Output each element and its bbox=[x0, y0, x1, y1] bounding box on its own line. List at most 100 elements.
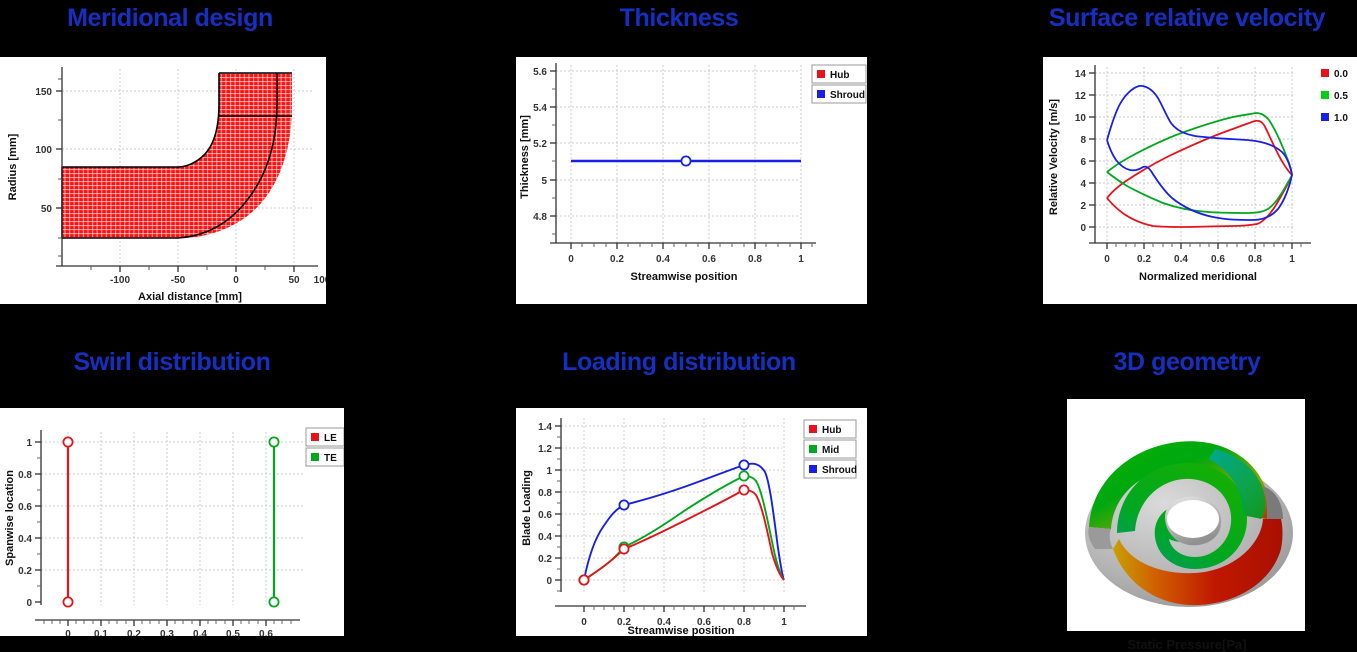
ytick-label: 5.6 bbox=[533, 67, 547, 78]
xtick-label: 0.1 bbox=[94, 629, 108, 636]
x-axis-label: Streamwise position bbox=[628, 625, 735, 636]
series-0-5 bbox=[1106, 112, 1293, 214]
data-marker bbox=[680, 155, 692, 167]
panel-3d-geometry: 3D geometry Static Pressure[Pa] bbox=[1017, 336, 1357, 652]
legend-swatch-shroud bbox=[817, 90, 825, 98]
y-axis-label: Relative Velocity [m/s] bbox=[1048, 99, 1060, 215]
legend-label-hub: Hub bbox=[822, 425, 841, 436]
ytick-label: 0 bbox=[546, 576, 552, 587]
ytick-label: 8 bbox=[1080, 135, 1086, 146]
xtick-label: 0.2 bbox=[127, 629, 141, 636]
xtick-label: 0.6 bbox=[702, 254, 716, 265]
plot-meridional-design: 150 100 50 -100 -50 0 50 100 Radius [mm]… bbox=[0, 57, 326, 304]
xtick-label: 0.2 bbox=[610, 254, 624, 265]
impeller-render[interactable] bbox=[1067, 399, 1305, 631]
data-marker bbox=[268, 596, 280, 608]
ytick-label: 2 bbox=[1080, 201, 1086, 212]
ytick-label: 5.2 bbox=[533, 139, 547, 150]
legend-label-le: LE bbox=[324, 433, 337, 444]
xtick-label: -100 bbox=[110, 275, 130, 286]
ytick-label: 0.8 bbox=[18, 470, 32, 481]
ytick-label: 1 bbox=[546, 466, 552, 477]
legend-swatch-hub bbox=[817, 70, 825, 78]
plot-thickness: 5.6 5.4 5.2 5 4.8 0 0.2 0.4 0.6 0.8 1 Th… bbox=[516, 57, 867, 304]
ytick-label: 1 bbox=[26, 438, 32, 449]
gridlines bbox=[41, 432, 303, 605]
series-shroud bbox=[571, 155, 801, 167]
legend-velocity[interactable]: 0.0 0.5 1.0 bbox=[1321, 69, 1348, 124]
legend-label-hub: Hub bbox=[830, 70, 849, 81]
legend-loading[interactable]: Hub Mid Shroud bbox=[803, 419, 857, 479]
data-marker bbox=[738, 459, 750, 471]
xtick-label: 100 bbox=[314, 275, 326, 286]
ytick-label: 1.2 bbox=[538, 444, 552, 455]
ytick-label: 50 bbox=[41, 204, 53, 215]
ytick-label: 12 bbox=[1075, 91, 1087, 102]
xtick-label: 0.8 bbox=[1248, 254, 1262, 265]
x-axis-label: Axial distance [mm] bbox=[138, 291, 242, 303]
meridional-mesh bbox=[62, 73, 292, 238]
ytick-label: 0.2 bbox=[538, 554, 552, 565]
xtick-label: 0 bbox=[233, 275, 239, 286]
caption-static-pressure: Static Pressure[Pa] bbox=[1127, 637, 1247, 652]
legend-swatch-te bbox=[311, 453, 319, 461]
ytick-label: 4.8 bbox=[533, 212, 547, 223]
ytick-label: 0.8 bbox=[538, 488, 552, 499]
swirl-svg: 1 0.8 0.6 0.4 0.2 0 0 0.1 0.2 0.3 0.4 0.… bbox=[4, 427, 344, 636]
legend-swirl[interactable]: LE TE bbox=[305, 427, 344, 467]
ytick-label: 0 bbox=[26, 598, 32, 609]
legend-swatch-hub bbox=[809, 425, 817, 433]
ytick-label: 150 bbox=[35, 87, 52, 98]
ytick-label: 0 bbox=[1080, 223, 1086, 234]
meridional-svg: 150 100 50 -100 -50 0 50 100 Radius [mm]… bbox=[7, 67, 326, 303]
ytick-label: 14 bbox=[1075, 69, 1087, 80]
x-axis-label: Normalized meridional bbox=[1139, 271, 1257, 283]
xtick-label: 0.5 bbox=[226, 629, 240, 636]
data-marker bbox=[738, 470, 750, 482]
panel-title-meridional-design: Meridional design bbox=[67, 4, 273, 32]
legend-thickness[interactable]: Hub Shroud bbox=[811, 64, 867, 104]
ytick-label: 5 bbox=[541, 176, 547, 187]
thickness-axes bbox=[550, 63, 816, 249]
series-le bbox=[62, 436, 74, 608]
y-axis-label: Radius [mm] bbox=[7, 133, 19, 200]
panel-thickness: Thickness 5.6 5.4 5.2 5 4.8 0 0.2 0.4 0.… bbox=[489, 0, 869, 320]
plot-3d-geometry[interactable] bbox=[1067, 399, 1305, 631]
xtick-label: 0 bbox=[581, 617, 587, 628]
xtick-label: 1 bbox=[798, 254, 804, 265]
legend-swatch-0-5 bbox=[1321, 91, 1329, 99]
legend-swatch-shroud bbox=[809, 465, 817, 473]
legend-swatch-1-0 bbox=[1321, 113, 1329, 121]
panel-title-thickness: Thickness bbox=[619, 4, 739, 32]
ytick-label: 100 bbox=[35, 145, 52, 156]
hub-bore bbox=[1167, 500, 1219, 538]
gridlines bbox=[1095, 67, 1295, 243]
panel-loading-distribution: Loading distribution 1.4 1.2 1 0.8 0.6 0… bbox=[489, 336, 869, 636]
xtick-label: 0.8 bbox=[748, 254, 762, 265]
velocity-axes bbox=[1089, 65, 1311, 249]
series-hub bbox=[578, 484, 785, 586]
ytick-label: 0.4 bbox=[18, 534, 32, 545]
xtick-label: 0.4 bbox=[1174, 254, 1188, 265]
panel-swirl-distribution: Swirl distribution 1 0.8 0.6 0.4 0.2 0 0… bbox=[0, 336, 344, 636]
legend-label-te: TE bbox=[324, 453, 337, 464]
panel-meridional-design: Meridional design 150 100 50 -100 -50 0 … bbox=[0, 0, 340, 320]
xtick-label: 0 bbox=[65, 629, 71, 636]
gridlines bbox=[561, 418, 785, 592]
data-marker bbox=[578, 574, 590, 586]
thickness-svg: 5.6 5.4 5.2 5 4.8 0 0.2 0.4 0.6 0.8 1 Th… bbox=[519, 63, 867, 283]
legend-label-0-5: 0.5 bbox=[1334, 91, 1348, 102]
legend-label-1-0: 1.0 bbox=[1334, 113, 1348, 124]
loading-svg: 1.4 1.2 1 0.8 0.6 0.4 0.2 0 0 0.2 0.4 0.… bbox=[521, 418, 857, 636]
panel-title-3d-geometry: 3D geometry bbox=[1113, 348, 1261, 376]
ytick-label: 6 bbox=[1080, 157, 1086, 168]
xtick-label: 0.3 bbox=[160, 629, 174, 636]
data-marker bbox=[618, 499, 630, 511]
plot-surface-relative-velocity: 14 12 10 8 6 4 2 0 0 0.2 0.4 0.6 0.8 1 R… bbox=[1043, 57, 1357, 304]
loading-minor-ticks bbox=[557, 436, 795, 610]
data-marker bbox=[268, 436, 280, 448]
y-axis-label: Blade Loading bbox=[521, 470, 533, 546]
swirl-minor-ticks bbox=[37, 457, 292, 624]
legend-label-shroud: Shroud bbox=[822, 465, 857, 476]
xtick-label: 50 bbox=[288, 275, 300, 286]
